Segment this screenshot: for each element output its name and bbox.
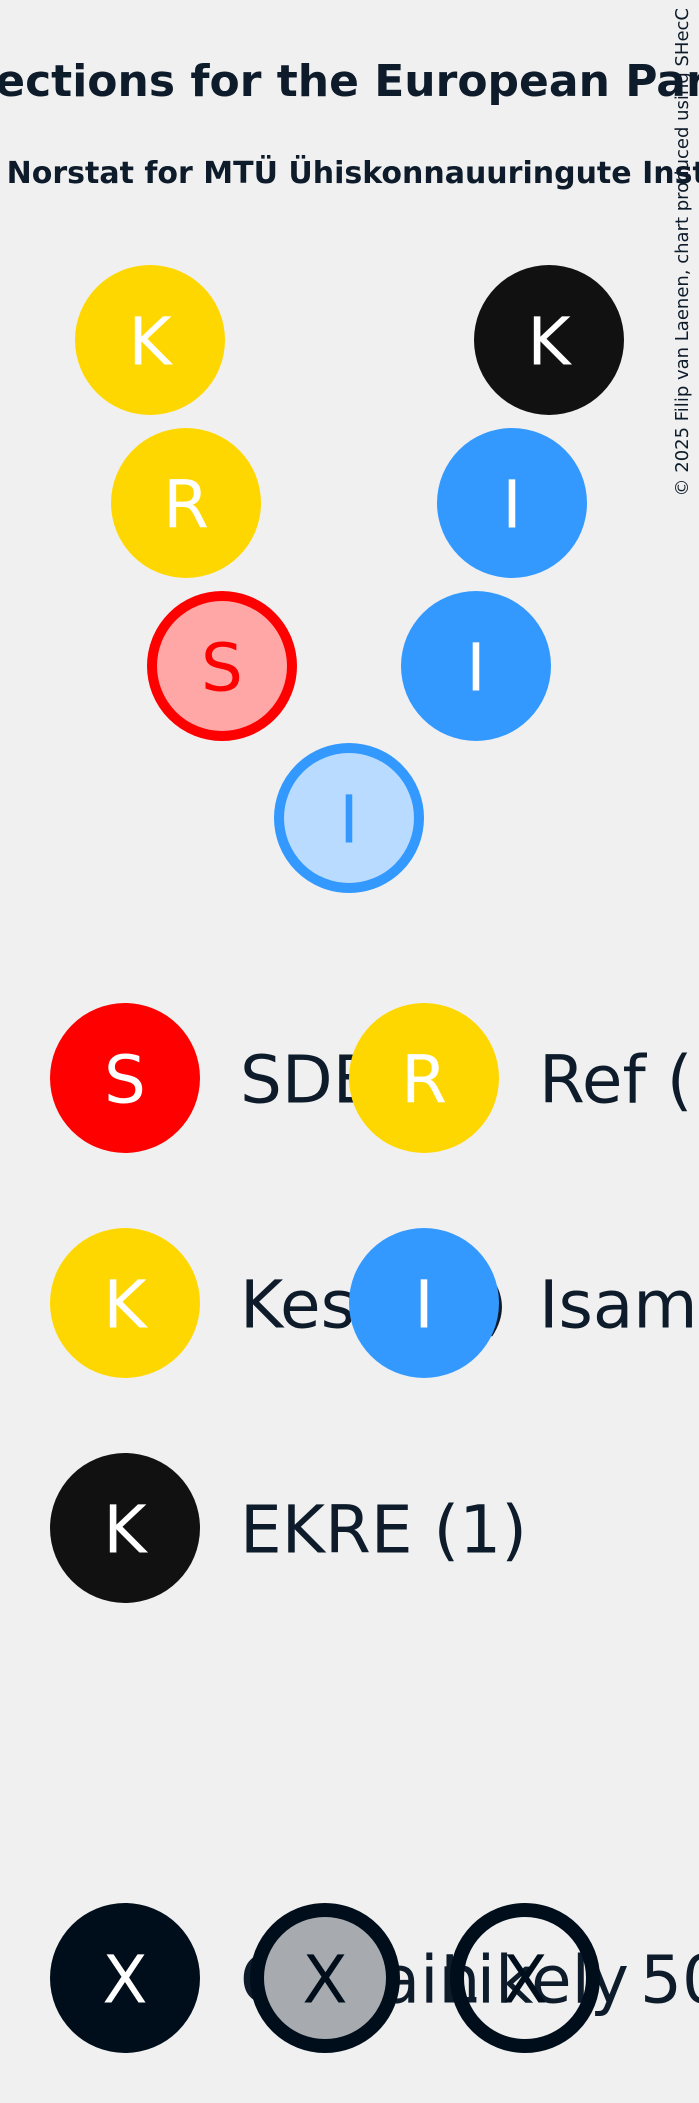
legend-item-4: Isamaa (3) I xyxy=(349,1228,699,1378)
status-legend: XCertainXLikelyX50% xyxy=(50,1903,699,2053)
legend-letter: R xyxy=(401,1042,447,1119)
seat-4: I xyxy=(274,743,424,893)
seat-arc: K R S I I I K xyxy=(75,265,624,893)
seat-7: K xyxy=(474,265,624,415)
seat-letter: R xyxy=(163,467,209,544)
legend-letter: K xyxy=(103,1267,148,1344)
seat-letter: I xyxy=(339,782,358,859)
status-letter: X xyxy=(502,1942,547,2019)
seat-letter: S xyxy=(201,630,243,707)
chart-subtitle: Poll by Norstat for MTÜ Ühiskonnauuringu… xyxy=(0,154,699,191)
seat-projection-chart: Seat Projections for the European Parlia… xyxy=(0,8,699,2053)
seat-letter: I xyxy=(502,467,521,544)
seat-3: S xyxy=(147,591,297,741)
party-legend: SDE (1)SRef (1)RKesk (1)KIsamaa (3)IEKRE… xyxy=(50,1003,699,1603)
seat-1: K xyxy=(75,265,225,415)
legend-item-5: EKRE (1) K xyxy=(50,1453,527,1603)
status-label: 50% xyxy=(640,1942,699,2019)
seat-6: I xyxy=(437,428,587,578)
seat-letter: K xyxy=(527,304,572,381)
legend-label: EKRE (1) xyxy=(240,1492,527,1569)
legend-letter: S xyxy=(104,1042,146,1119)
legend-letter: K xyxy=(103,1492,148,1569)
chart-credit: © 2025 Filip van Laenen, chart produced … xyxy=(672,8,693,496)
legend-item-2: Ref (1) R xyxy=(349,1003,699,1153)
legend-label: Isamaa (3) xyxy=(539,1267,699,1344)
seat-2: R xyxy=(111,428,261,578)
legend-label: Ref (1) xyxy=(539,1042,699,1119)
seat-letter: I xyxy=(466,630,485,707)
seat-letter: K xyxy=(128,304,173,381)
seat-5: I xyxy=(401,591,551,741)
chart-title: Seat Projections for the European Parlia… xyxy=(0,56,699,107)
legend-letter: I xyxy=(414,1267,433,1344)
status-letter: X xyxy=(302,1942,347,2019)
status-letter: X xyxy=(102,1942,147,2019)
